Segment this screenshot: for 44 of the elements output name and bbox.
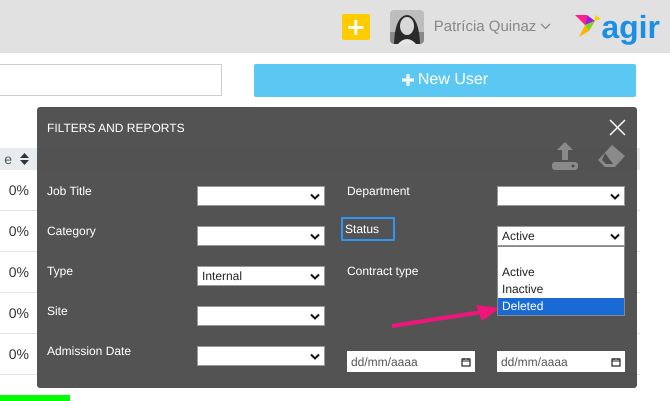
table-cell: 0%: [8, 305, 29, 321]
calendar-icon: [611, 356, 621, 366]
field-label: Category: [47, 224, 96, 238]
select-field[interactable]: [197, 226, 325, 246]
logo-text: agir: [601, 10, 660, 42]
date-field[interactable]: dd/mm/aaaa: [497, 351, 625, 372]
dropdown-option[interactable]: Deleted: [498, 298, 624, 315]
field-label: Status: [343, 219, 394, 239]
table-cell: 0%: [8, 264, 29, 280]
column-header[interactable]: e: [4, 151, 12, 167]
select-field[interactable]: [197, 346, 325, 366]
chevron-down-icon: [310, 352, 320, 360]
select-field[interactable]: [197, 306, 325, 326]
chevron-down-icon: [540, 23, 552, 30]
field-label: Contract type: [347, 264, 418, 278]
eraser-icon[interactable]: [597, 145, 625, 167]
dropdown-option[interactable]: Active: [498, 264, 624, 281]
field-label: Type: [47, 264, 74, 278]
search-field[interactable]: [0, 64, 222, 96]
sort-icon[interactable]: [20, 153, 29, 165]
close-icon[interactable]: [609, 119, 626, 136]
chevron-down-icon: [310, 192, 320, 200]
chevron-down-icon: [310, 272, 320, 280]
dialog-title: FILTERS AND REPORTS: [47, 121, 185, 135]
field-label: Job Title: [47, 184, 92, 198]
date-field[interactable]: dd/mm/aaaa: [347, 351, 475, 372]
plus-icon: [402, 74, 414, 86]
select-field[interactable]: Internal: [197, 266, 325, 286]
field-label: Admission Date: [47, 344, 132, 358]
dropdown-option[interactable]: Inactive: [498, 281, 624, 298]
calendar-icon: [461, 356, 471, 366]
chevron-down-icon: [610, 192, 620, 200]
field-label: Site: [47, 304, 68, 318]
chevron-down-icon: [310, 312, 320, 320]
table-cell: 0%: [8, 182, 29, 198]
field-label: Department: [347, 184, 410, 198]
chevron-down-icon: [610, 232, 620, 240]
select-field[interactable]: [197, 186, 325, 206]
chevron-down-icon: [310, 232, 320, 240]
upload-icon[interactable]: [551, 140, 579, 170]
table-cell: 0%: [8, 223, 29, 239]
table-cell: 0%: [8, 346, 29, 362]
select-field[interactable]: [497, 186, 625, 206]
select-field[interactable]: Active: [497, 226, 625, 246]
